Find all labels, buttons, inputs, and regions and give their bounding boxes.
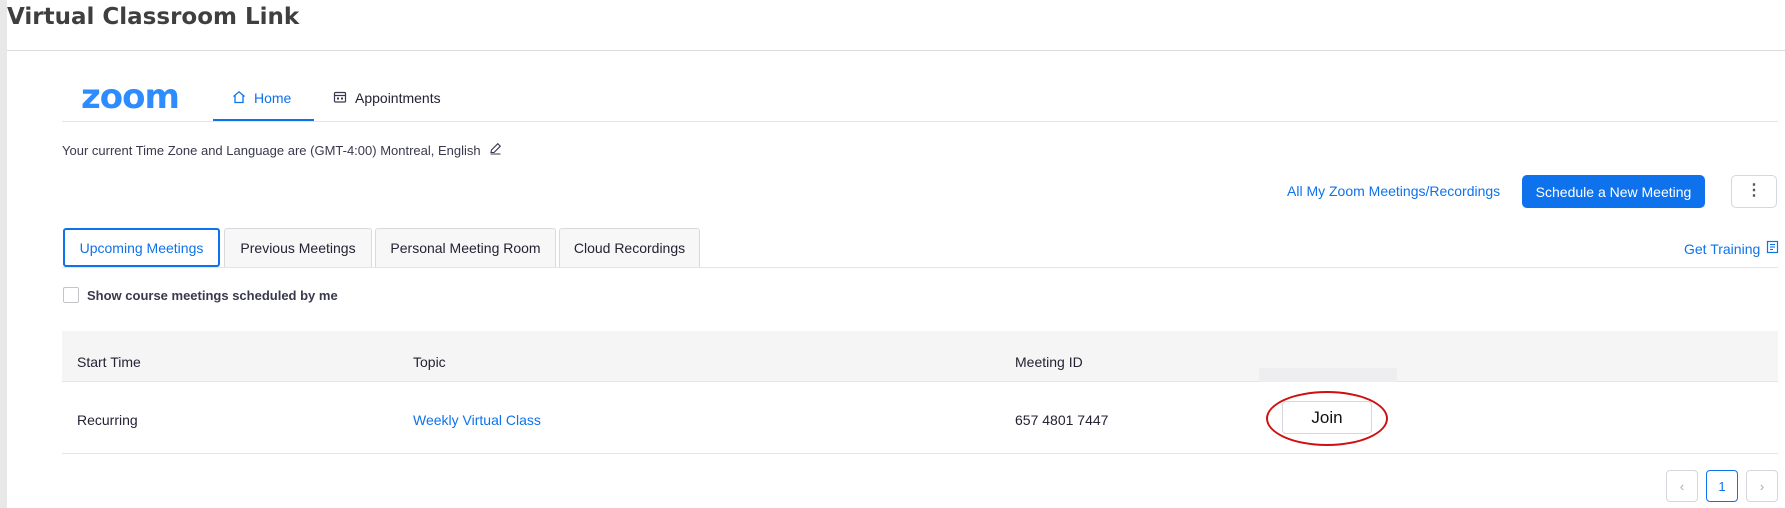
all-meetings-recordings-link[interactable]: All My Zoom Meetings/Recordings	[1287, 183, 1500, 199]
tab-previous-meetings[interactable]: Previous Meetings	[224, 228, 372, 267]
show-course-meetings-label: Show course meetings scheduled by me	[87, 287, 338, 303]
nav-tab-home[interactable]: Home	[232, 88, 291, 108]
row-meeting-id: 657 4801 7447	[1015, 412, 1109, 428]
get-training-link[interactable]: Get Training	[1684, 240, 1779, 257]
title-divider	[7, 50, 1785, 51]
left-border	[0, 0, 7, 508]
show-course-meetings-checkbox[interactable]	[63, 287, 79, 303]
more-options-button[interactable]: ⋮	[1731, 175, 1777, 208]
column-header-topic: Topic	[413, 354, 446, 370]
tab-personal-meeting-room[interactable]: Personal Meeting Room	[375, 228, 556, 267]
meetings-table-header	[62, 331, 1778, 382]
nav-tab-appointments[interactable]: Appointments	[333, 88, 441, 108]
tabs-divider	[62, 267, 1778, 268]
column-header-start-time: Start Time	[77, 354, 141, 370]
pagination-prev-button[interactable]: ‹	[1666, 470, 1698, 502]
chevron-left-icon: ‹	[1679, 478, 1685, 494]
home-icon	[232, 90, 246, 107]
book-icon	[1766, 240, 1779, 257]
more-vertical-icon: ⋮	[1746, 182, 1762, 199]
show-course-meetings-option[interactable]: Show course meetings scheduled by me	[63, 287, 338, 303]
nav-tab-appointments-label: Appointments	[355, 90, 441, 106]
row-divider	[62, 453, 1778, 454]
timezone-info: Your current Time Zone and Language are …	[62, 142, 502, 158]
timezone-text: Your current Time Zone and Language are …	[62, 142, 481, 158]
nav-divider	[62, 121, 1778, 122]
join-meeting-button[interactable]: Join	[1282, 401, 1372, 434]
row-start-time: Recurring	[77, 412, 138, 428]
pagination-page-1[interactable]: 1	[1706, 470, 1738, 502]
tab-upcoming-meetings[interactable]: Upcoming Meetings	[63, 228, 220, 267]
chevron-right-icon: ›	[1759, 478, 1765, 494]
calendar-icon	[333, 90, 347, 107]
tab-cloud-recordings[interactable]: Cloud Recordings	[559, 228, 700, 267]
get-training-label: Get Training	[1684, 240, 1761, 257]
pagination-next-button[interactable]: ›	[1746, 470, 1778, 502]
row-topic-link[interactable]: Weekly Virtual Class	[413, 412, 541, 428]
column-header-meeting-id: Meeting ID	[1015, 354, 1083, 370]
page-title: Virtual Classroom Link	[7, 4, 300, 30]
nav-tab-home-label: Home	[254, 90, 292, 106]
zoom-logo[interactable]: zoom	[81, 77, 180, 117]
column-header-actions	[1259, 368, 1397, 382]
schedule-new-meeting-button[interactable]: Schedule a New Meeting	[1522, 175, 1705, 208]
edit-pencil-icon[interactable]	[489, 142, 502, 158]
